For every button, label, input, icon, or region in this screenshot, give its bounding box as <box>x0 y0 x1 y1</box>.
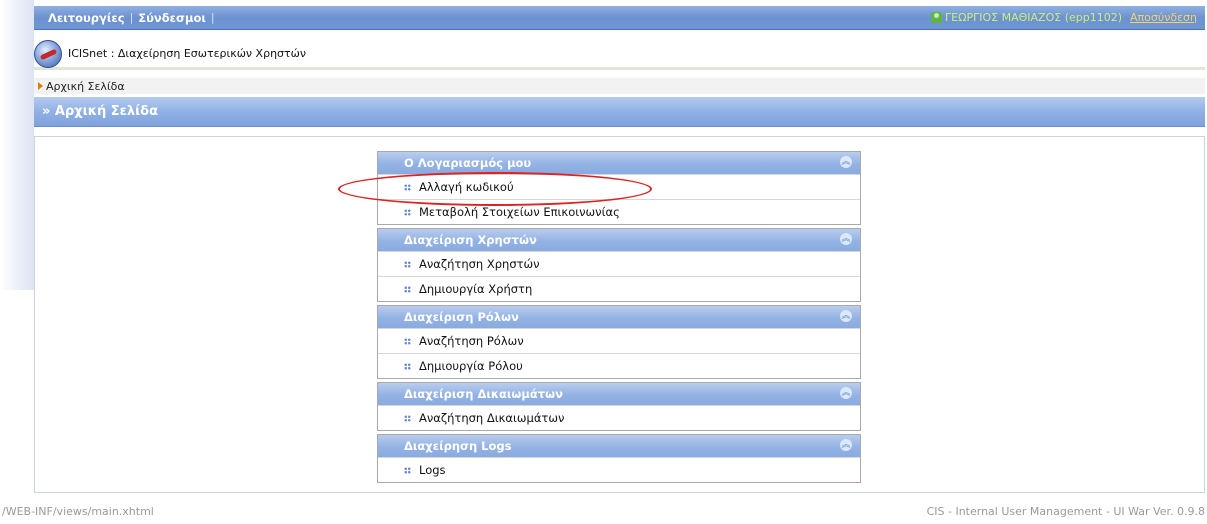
collapse-icon[interactable]: ︽ <box>840 310 852 322</box>
app-title: ICISnet : Διαχείρηση Εσωτερικών Χρηστών <box>68 47 306 60</box>
breadcrumb-home[interactable]: Αρχική Σελίδα <box>46 80 125 93</box>
user-name: ΓΕΩΡΓΙΟΣ ΜΑΘΙΑΖΟΣ (epp1102) <box>945 11 1123 24</box>
bullet-icon <box>404 260 411 268</box>
menu-functions[interactable]: Λειτουργίες <box>48 11 125 25</box>
page-title-bar: » Αρχική Σελίδα <box>34 97 1205 127</box>
menu-item-search-roles[interactable]: Αναζήτηση Ρόλων <box>378 328 860 353</box>
panel-my-account: Ο Λογαριασμός μου ︽ Αλλαγή κωδικού Μεταβ… <box>377 151 861 225</box>
menu-item-search-permissions[interactable]: Αναζήτηση Δικαιωμάτων <box>378 405 860 430</box>
menu-item-label: Αλλαγή κωδικού <box>419 180 514 194</box>
panel-title: Διαχείριση Χρηστών <box>404 233 537 247</box>
bullet-icon <box>404 183 411 191</box>
menu-separator: | <box>129 11 134 24</box>
menu-item-label: Μεταβολή Στοιχείων Επικοινωνίας <box>419 205 620 219</box>
main-content: Ο Λογαριασμός μου ︽ Αλλαγή κωδικού Μεταβ… <box>34 136 1205 493</box>
bullet-icon <box>404 208 411 216</box>
panel-header[interactable]: Διαχείρηση Logs ︽ <box>378 435 860 457</box>
menu-item-edit-contact[interactable]: Μεταβολή Στοιχείων Επικοινωνίας <box>378 199 860 224</box>
menu-item-create-user[interactable]: Δημιουργία Χρήστη <box>378 276 860 301</box>
panel-header[interactable]: Ο Λογαριασμός μου ︽ <box>378 152 860 174</box>
menu-item-label: Αναζήτηση Δικαιωμάτων <box>419 411 565 425</box>
user-area: ΓΕΩΡΓΙΟΣ ΜΑΘΙΑΖΟΣ (epp1102) Αποσύνδεση <box>931 11 1205 24</box>
footer: /WEB-INF/views/main.xhtml CIS - Internal… <box>0 505 1207 521</box>
menu-separator: | <box>210 11 215 24</box>
panel-title: Διαχείριση Ρόλων <box>404 310 519 324</box>
bullet-icon <box>404 337 411 345</box>
menu-item-create-role[interactable]: Δημιουργία Ρόλου <box>378 353 860 378</box>
bullet-icon <box>404 414 411 422</box>
menu-item-label: Αναζήτηση Χρηστών <box>419 257 540 271</box>
bullet-icon <box>404 285 411 293</box>
collapse-icon[interactable]: ︽ <box>840 439 852 451</box>
menu-item-logs[interactable]: Logs <box>378 457 860 482</box>
menu-item-search-users[interactable]: Αναζήτηση Χρηστών <box>378 251 860 276</box>
breadcrumb: Αρχική Σελίδα <box>34 78 1205 94</box>
menu-item-label: Δημιουργία Χρήστη <box>419 282 533 296</box>
page-title: » Αρχική Σελίδα <box>42 104 159 119</box>
footer-path: /WEB-INF/views/main.xhtml <box>2 505 154 518</box>
menu-item-label: Logs <box>419 463 446 477</box>
panel-role-management: Διαχείριση Ρόλων ︽ Αναζήτηση Ρόλων Δημιο… <box>377 305 861 379</box>
collapse-icon[interactable]: ︽ <box>840 387 852 399</box>
panel-title: Διαχείρηση Logs <box>404 439 512 453</box>
left-decor <box>0 0 34 290</box>
menu-links[interactable]: Σύνδεσμοι <box>138 11 206 25</box>
panel-header[interactable]: Διαχείριση Ρόλων ︽ <box>378 306 860 328</box>
panel-title: Διαχείριση Δικαιωμάτων <box>404 387 563 401</box>
bullet-icon <box>404 466 411 474</box>
logout-link[interactable]: Αποσύνδεση <box>1130 11 1197 24</box>
bullet-icon <box>404 362 411 370</box>
panel-title: Ο Λογαριασμός μου <box>404 156 532 170</box>
collapse-icon[interactable]: ︽ <box>840 233 852 245</box>
footer-version: CIS - Internal User Management - UI War … <box>926 505 1205 518</box>
menu-item-label: Δημιουργία Ρόλου <box>419 359 523 373</box>
panel-user-management: Διαχείριση Χρηστών ︽ Αναζήτηση Χρηστών Δ… <box>377 228 861 302</box>
app-logo <box>34 39 62 68</box>
breadcrumb-arrow-icon <box>38 82 43 90</box>
panel-header[interactable]: Διαχείριση Χρηστών ︽ <box>378 229 860 251</box>
user-icon <box>931 12 943 23</box>
top-nav-bar: Λειτουργίες | Σύνδεσμοι | ΓΕΩΡΓΙΟΣ ΜΑΘΙΑ… <box>34 6 1205 30</box>
app-header: ICISnet : Διαχείρηση Εσωτερικών Χρηστών <box>34 39 1205 70</box>
panel-header[interactable]: Διαχείριση Δικαιωμάτων ︽ <box>378 383 860 405</box>
menu-item-label: Αναζήτηση Ρόλων <box>419 334 524 348</box>
menu-item-change-password[interactable]: Αλλαγή κωδικού <box>378 174 860 199</box>
panel-permission-management: Διαχείριση Δικαιωμάτων ︽ Αναζήτηση Δικαι… <box>377 382 861 431</box>
panel-logs: Διαχείρηση Logs ︽ Logs <box>377 434 861 483</box>
collapse-icon[interactable]: ︽ <box>840 156 852 168</box>
menu-panels: Ο Λογαριασμός μου ︽ Αλλαγή κωδικού Μεταβ… <box>377 151 861 486</box>
top-menu: Λειτουργίες | Σύνδεσμοι | <box>34 11 220 25</box>
